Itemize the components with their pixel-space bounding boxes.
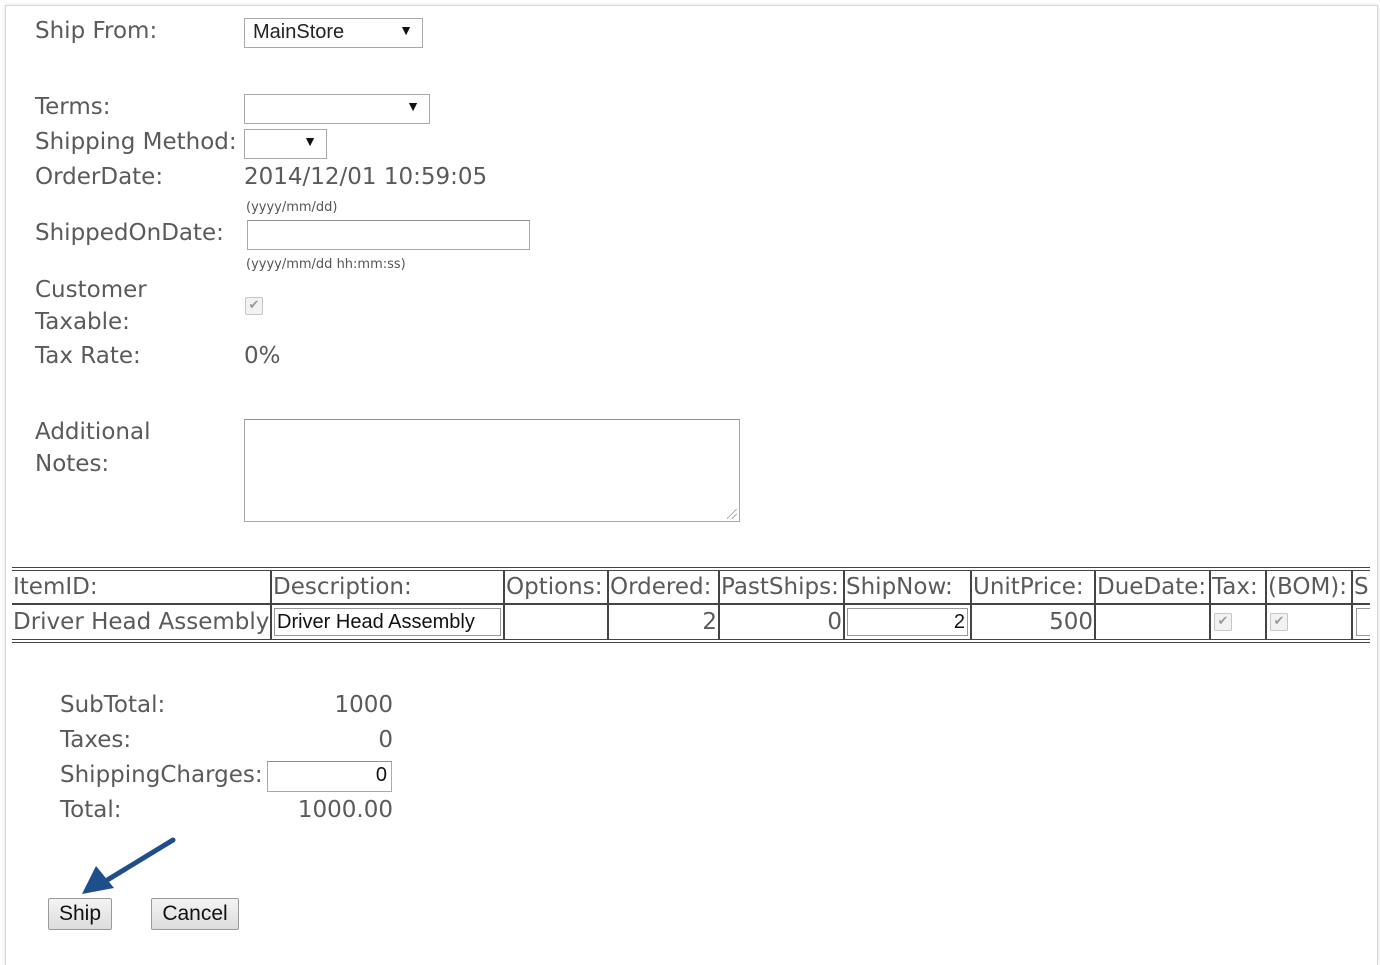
table-row: Driver Head Assembly Driver Head Assembl…: [12, 605, 1370, 639]
cell-bom: ✔: [1267, 605, 1353, 639]
additional-notes-textarea[interactable]: [244, 419, 740, 522]
total-label: Total:: [60, 797, 122, 823]
order-date-label: OrderDate:: [35, 164, 164, 190]
total-value: 1000.00: [297, 797, 393, 823]
order-date-value: 2014/12/01 10:59:05: [244, 164, 488, 190]
ship-from-label: Ship From:: [35, 18, 158, 44]
cell-unit-price: 500: [972, 605, 1096, 639]
terms-select[interactable]: ▼: [244, 94, 430, 124]
annotation-arrow-icon: [82, 837, 176, 894]
shipping-method-select[interactable]: ▼: [244, 129, 327, 159]
subtotal-value: 1000: [334, 692, 393, 718]
shipped-on-date-input[interactable]: [247, 220, 530, 250]
col-header-due-date: DueDate:: [1096, 571, 1211, 605]
tax-rate-value: 0%: [244, 343, 281, 369]
items-table: ItemID: Description: Options: Ordered: P…: [12, 567, 1370, 643]
description-input[interactable]: Driver Head Assembly: [274, 608, 501, 636]
select-arrow-down-icon: ▼: [406, 98, 420, 114]
col-header-unit-price: UnitPrice:: [972, 571, 1096, 605]
tax-rate-label: Tax Rate:: [35, 343, 141, 369]
truncated-input[interactable]: [1356, 608, 1370, 636]
additional-notes-label-line1: Additional: [35, 419, 151, 445]
col-header-truncated: S: [1353, 571, 1370, 605]
taxes-value: 0: [378, 727, 393, 753]
order-date-format-hint: (yyyy/mm/dd): [246, 200, 338, 215]
col-header-options: Options:: [505, 571, 609, 605]
resize-grip-icon[interactable]: [727, 509, 737, 519]
subtotal-label: SubTotal:: [60, 692, 166, 718]
row-bom-checkbox[interactable]: ✔: [1270, 613, 1288, 631]
terms-label: Terms:: [35, 94, 111, 120]
col-header-ordered: Ordered:: [609, 571, 720, 605]
checkmark-icon: ✔: [1273, 614, 1285, 629]
ship-from-value: MainStore: [253, 21, 345, 43]
taxes-label: Taxes:: [60, 727, 132, 753]
ship-from-select[interactable]: MainStore ▼: [244, 18, 423, 48]
col-header-bom: (BOM):: [1267, 571, 1353, 605]
shipping-method-label: Shipping Method:: [35, 129, 237, 155]
cell-tax: ✔: [1211, 605, 1267, 639]
customer-taxable-checkbox[interactable]: ✔: [245, 297, 263, 315]
col-header-description: Description:: [272, 571, 505, 605]
customer-taxable-label-line1: Customer: [35, 277, 147, 303]
cell-options: [505, 605, 609, 639]
cell-item-id: Driver Head Assembly: [12, 605, 272, 639]
customer-taxable-label-line2: Taxable:: [35, 309, 130, 335]
cell-truncated: [1353, 605, 1370, 639]
row-tax-checkbox[interactable]: ✔: [1214, 613, 1232, 631]
ship-button[interactable]: Ship: [48, 898, 112, 930]
ship-now-input[interactable]: 2: [847, 608, 968, 636]
cell-ship-now: 2: [845, 605, 972, 639]
additional-notes-label-line2: Notes:: [35, 451, 110, 477]
col-header-ship-now: ShipNow:: [845, 571, 972, 605]
shipping-charges-input[interactable]: 0: [267, 761, 392, 792]
checkmark-icon: ✔: [1217, 614, 1229, 629]
checkmark-icon: ✔: [248, 298, 260, 313]
col-header-item-id: ItemID:: [12, 571, 272, 605]
select-arrow-down-icon: ▼: [399, 22, 413, 38]
cell-due-date: [1096, 605, 1211, 639]
select-arrow-down-icon: ▼: [303, 133, 317, 149]
cell-description: Driver Head Assembly: [272, 605, 505, 639]
cell-past-ships: 0: [720, 605, 845, 639]
cell-ordered: 2: [609, 605, 720, 639]
cancel-button[interactable]: Cancel: [151, 898, 239, 930]
shipped-on-date-format-hint: (yyyy/mm/dd hh:mm:ss): [246, 257, 406, 272]
col-header-tax: Tax:: [1211, 571, 1267, 605]
table-header-row: ItemID: Description: Options: Ordered: P…: [12, 571, 1370, 605]
col-header-past-ships: PastShips:: [720, 571, 845, 605]
shipped-on-date-label: ShippedOnDate:: [35, 220, 224, 246]
shipping-charges-label: ShippingCharges:: [60, 762, 263, 788]
